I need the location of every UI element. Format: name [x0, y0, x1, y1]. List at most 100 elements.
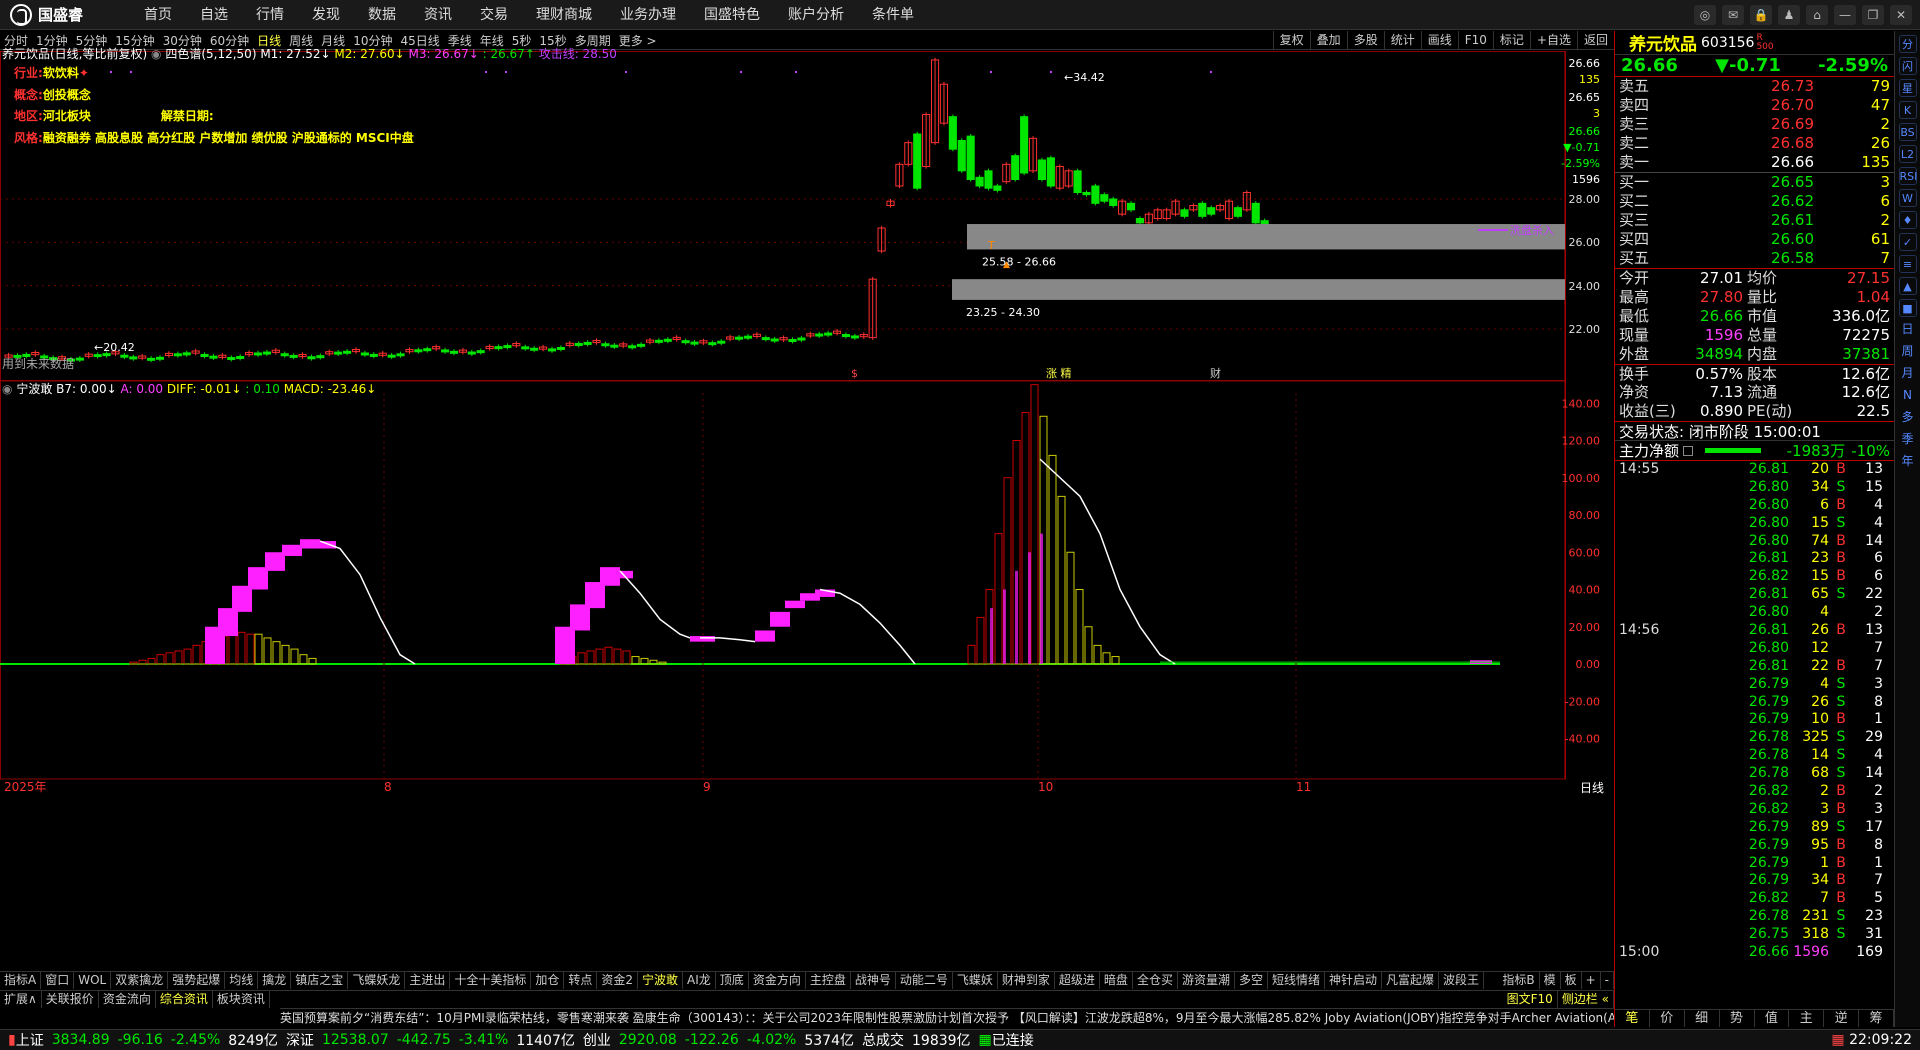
menu-item-11[interactable]: 条件单 [858, 0, 928, 30]
buys-row[interactable]: 买二 26.62 6 [1615, 192, 1894, 211]
toolbar-btn-7[interactable]: +自选 [1529, 31, 1577, 49]
indicator-right-tab-4[interactable]: - [1601, 972, 1614, 989]
indicator-tab-17[interactable]: 资金方向 [749, 972, 806, 989]
event-marker[interactable]: 涨 精 [1046, 367, 1072, 380]
close-icon[interactable]: ✕ [1890, 4, 1912, 25]
side-icon-11[interactable]: ▲ [1898, 277, 1917, 295]
menu-item-7[interactable]: 理财商城 [522, 0, 606, 30]
indicator-tab-30[interactable]: 凡富起爆 [1382, 972, 1440, 989]
indicator-name[interactable]: 四色谱(5,12,50) [165, 47, 256, 61]
side-period-5[interactable]: 季 [1899, 429, 1917, 449]
indicator-tab-15[interactable]: AI龙 [683, 972, 716, 989]
shirt-icon[interactable]: ♟ [1778, 4, 1800, 25]
event-marker[interactable]: $ [851, 367, 858, 380]
indicator-tab-6[interactable]: 擒龙 [258, 972, 292, 989]
indicator-tab-28[interactable]: 短线情绪 [1268, 972, 1325, 989]
side-icon-4[interactable]: BS [1898, 123, 1917, 141]
menu-item-6[interactable]: 交易 [466, 0, 522, 30]
tick-tab-1[interactable]: 价 [1650, 1010, 1685, 1027]
info-tab-4[interactable]: 板块资讯 [213, 991, 270, 1008]
tick-tab-3[interactable]: 势 [1720, 1010, 1755, 1027]
main-flow-toggle-icon[interactable] [1683, 445, 1694, 456]
toolbar-btn-6[interactable]: 标记 [1492, 31, 1530, 49]
menu-item-0[interactable]: 首页 [130, 0, 186, 30]
tick-tab-5[interactable]: 主 [1789, 1010, 1825, 1027]
toolbar-btn-0[interactable]: 复权 [1272, 31, 1310, 49]
chart-area[interactable]: 26.66 135 26.65 3 26.66 ▼-0.71 -2.59% 1596 28.00… [0, 47, 1614, 955]
menu-item-2[interactable]: 行情 [242, 0, 298, 30]
side-icon-9[interactable]: ✓ [1898, 233, 1917, 251]
side-icon-6[interactable]: RSI [1898, 167, 1917, 185]
chat-icon[interactable]: ◎ [1694, 4, 1716, 25]
buys-row[interactable]: 买四 26.60 61 [1615, 230, 1894, 249]
side-period-6[interactable]: 年 [1899, 451, 1917, 471]
side-icon-7[interactable]: W [1898, 189, 1917, 207]
skin-icon[interactable]: ⌂ [1806, 4, 1828, 25]
indicator-tab-25[interactable]: 全仓买 [1133, 972, 1178, 989]
tick-tab-4[interactable]: 值 [1755, 1010, 1790, 1027]
side-icon-1[interactable]: 闪 [1898, 57, 1917, 75]
indicator-tab-0[interactable]: 指标A [0, 972, 42, 989]
tick-tab-7[interactable]: 筹 [1859, 1010, 1894, 1027]
indicator-tab-8[interactable]: 飞蝶妖龙 [348, 972, 406, 989]
indicator-tab-19[interactable]: 战神号 [851, 972, 896, 989]
menu-item-5[interactable]: 资讯 [410, 0, 466, 30]
period-tab-16[interactable]: 更多 > [615, 32, 661, 49]
side-period-2[interactable]: 月 [1899, 363, 1917, 383]
indicator-right-tab-2[interactable]: 板 [1561, 972, 1582, 989]
info-tab-0[interactable]: 扩展∧ [0, 991, 42, 1008]
side-icon-0[interactable]: 分 [1898, 35, 1917, 53]
indicator-right-tab-3[interactable]: + [1582, 972, 1601, 989]
indicator-tab-20[interactable]: 动能二号 [896, 972, 953, 989]
toolbar-btn-3[interactable]: 统计 [1383, 31, 1421, 49]
toolbar-btn-4[interactable]: 画线 [1420, 31, 1458, 49]
indicator-tab-26[interactable]: 游资量潮 [1178, 972, 1235, 989]
indicator-tab-14[interactable]: 宁波敢 [638, 972, 684, 989]
sub-chart-title[interactable]: 宁波敢 [16, 382, 52, 396]
buys-row[interactable]: 买五 26.58 7 [1615, 249, 1894, 268]
sells-row[interactable]: 卖三 26.69 2 [1615, 115, 1894, 134]
side-icon-5[interactable]: L2 [1898, 145, 1917, 163]
info-right-tab-1[interactable]: 侧边栏 « [1558, 991, 1614, 1008]
indicator-tab-23[interactable]: 超级进 [1055, 972, 1100, 989]
sells-row[interactable]: 卖四 26.70 47 [1615, 96, 1894, 115]
message-icon[interactable]: ✉ [1722, 4, 1744, 25]
toolbar-btn-1[interactable]: 叠加 [1309, 31, 1347, 49]
restore-icon[interactable]: ❐ [1862, 4, 1884, 25]
toolbar-btn-8[interactable]: 返回 [1576, 31, 1614, 49]
sells-row[interactable]: 卖二 26.68 26 [1615, 134, 1894, 153]
indicator-tab-31[interactable]: 波段王 [1439, 972, 1485, 989]
indicator-right-tab-1[interactable]: 模 [1540, 972, 1561, 989]
indicator-tab-2[interactable]: WOL [74, 972, 112, 989]
indicator-tab-18[interactable]: 主控盘 [806, 972, 851, 989]
info-tab-2[interactable]: 资金流向 [99, 991, 156, 1008]
info-tab-1[interactable]: 关联报价 [42, 991, 99, 1008]
toolbar-btn-2[interactable]: 多股 [1346, 31, 1384, 49]
menu-item-9[interactable]: 国盛特色 [690, 0, 774, 30]
tick-tab-0[interactable]: 笔 [1615, 1010, 1650, 1027]
indicator-tab-3[interactable]: 双紫擒龙 [111, 972, 169, 989]
alarm-icon[interactable]: ▦ [1831, 1032, 1844, 1048]
indicator-tab-12[interactable]: 转点 [564, 972, 598, 989]
side-period-0[interactable]: 日 [1899, 319, 1917, 339]
sells-row[interactable]: 卖五 26.73 79 [1615, 77, 1894, 96]
indicator-tab-10[interactable]: 十全十美指标 [450, 972, 532, 989]
tick-tab-6[interactable]: 逆 [1824, 1010, 1860, 1027]
indicator-tab-4[interactable]: 强势起爆 [168, 972, 226, 989]
info-tab-3[interactable]: 综合资讯 [156, 991, 213, 1008]
menu-item-1[interactable]: 自选 [186, 0, 242, 30]
indicator-tab-29[interactable]: 神针启动 [1325, 972, 1383, 989]
side-period-4[interactable]: 多 [1899, 407, 1917, 427]
tick-list[interactable]: 14:55 26.81 20 B 13 26.80 34 S 15 26.80 6 B 4 26.80 15… [1615, 461, 1894, 962]
event-marker[interactable]: 财 [1210, 366, 1221, 380]
sh-label[interactable]: 上证 [16, 1030, 44, 1050]
indicator-tab-27[interactable]: 多空 [1235, 972, 1268, 989]
indicator-tab-5[interactable]: 均线 [225, 972, 259, 989]
side-icon-2[interactable]: 星 [1898, 79, 1917, 97]
indicator-tab-9[interactable]: 主进出 [405, 972, 451, 989]
toolbar-btn-5[interactable]: F10 [1457, 31, 1493, 49]
side-icon-10[interactable]: ≡ [1898, 255, 1917, 273]
info-right-tab-0[interactable]: 图文F10 [1503, 991, 1558, 1008]
buys-row[interactable]: 买一 26.65 3 [1615, 173, 1894, 192]
sells-row[interactable]: 卖一 26.66 135 [1615, 153, 1894, 172]
